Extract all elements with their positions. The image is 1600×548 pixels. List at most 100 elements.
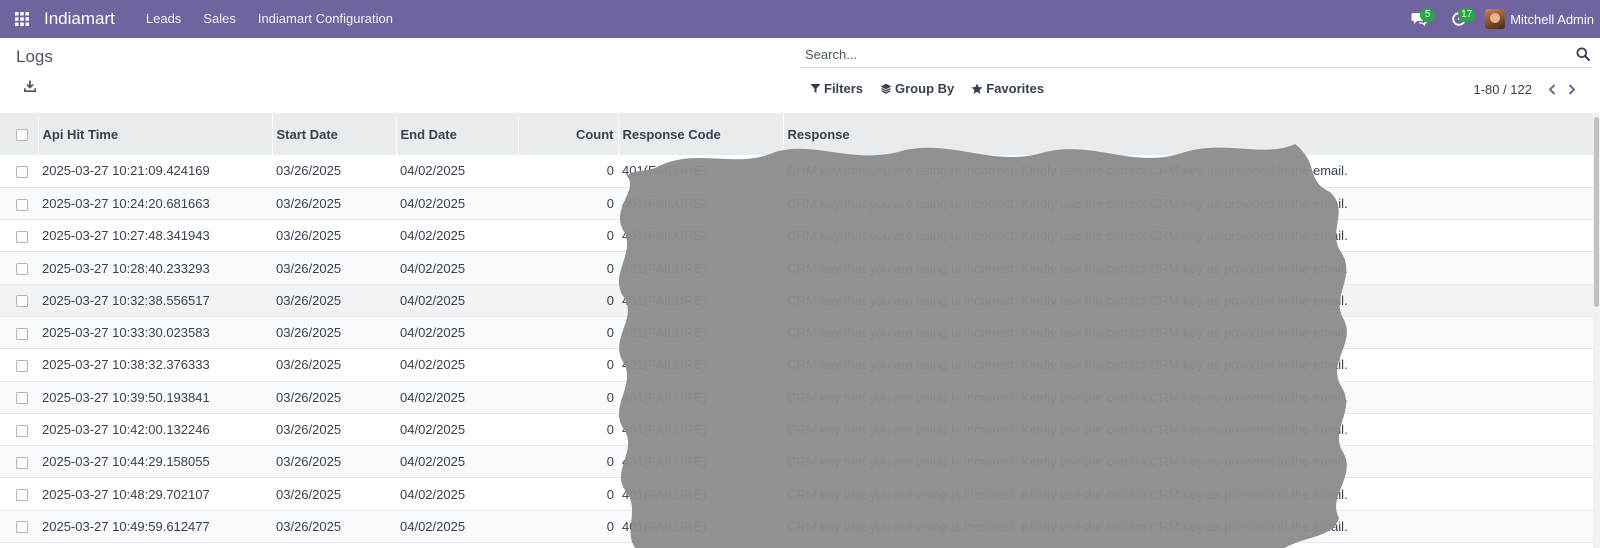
cell-end-date[interactable]: 04/02/2025: [396, 284, 518, 316]
cell-start-date[interactable]: 03/26/2025: [272, 252, 396, 284]
cell-count[interactable]: 0: [518, 510, 618, 542]
table-row[interactable]: 2025-03-27 10:28:40.233293 03/26/2025 04…: [0, 251, 1593, 285]
cell-api-hit-time[interactable]: 2025-03-27 10:33:30.023583: [38, 316, 272, 348]
menu-item-sales[interactable]: Sales: [192, 0, 247, 38]
cell-response-code[interactable]: 401(FAILURE): [618, 349, 783, 381]
cell-response[interactable]: CRM key that you are using is incorrect.…: [783, 381, 1593, 413]
cell-start-date[interactable]: 03/26/2025: [272, 413, 396, 445]
pager-previous-button[interactable]: [1542, 81, 1562, 97]
menu-item-leads[interactable]: Leads: [135, 0, 192, 38]
cell-end-date[interactable]: 04/02/2025: [396, 316, 518, 348]
column-header-response[interactable]: Response: [783, 113, 1593, 155]
row-checkbox[interactable]: [16, 230, 28, 243]
messages-button[interactable]: 5: [1399, 0, 1439, 38]
cell-api-hit-time[interactable]: 2025-03-27 10:48:29.702107: [38, 478, 272, 510]
select-all-checkbox[interactable]: [16, 129, 28, 142]
row-checkbox[interactable]: [16, 521, 28, 534]
cell-start-date[interactable]: 03/26/2025: [272, 381, 396, 413]
cell-response-code[interactable]: 401(FAILURE): [618, 187, 783, 219]
cell-count[interactable]: 0: [518, 446, 618, 478]
column-header-start-date[interactable]: Start Date: [272, 113, 397, 155]
cell-end-date[interactable]: 04/02/2025: [396, 413, 518, 445]
cell-start-date[interactable]: 03/26/2025: [272, 155, 396, 187]
cell-response[interactable]: CRM key that you are using is incorrect.…: [783, 284, 1593, 316]
row-checkbox[interactable]: [16, 456, 28, 469]
filters-button[interactable]: Filters: [810, 81, 863, 96]
cell-api-hit-time[interactable]: 2025-03-27 10:27:48.341943: [38, 220, 272, 252]
row-checkbox[interactable]: [16, 198, 28, 211]
column-header-response-code[interactable]: Response Code: [618, 113, 784, 155]
column-header-end-date[interactable]: End Date: [396, 113, 519, 155]
table-row[interactable]: 2025-03-27 10:24:20.681663 03/26/2025 04…: [0, 187, 1593, 220]
activities-button[interactable]: 17: [1439, 0, 1479, 38]
cell-start-date[interactable]: 03/26/2025: [272, 510, 396, 542]
cell-end-date[interactable]: 04/02/2025: [396, 478, 518, 510]
cell-start-date[interactable]: 03/26/2025: [272, 316, 396, 348]
cell-count[interactable]: 0: [518, 284, 618, 316]
cell-count[interactable]: 0: [518, 252, 618, 284]
cell-start-date[interactable]: 03/26/2025: [272, 284, 396, 316]
table-row[interactable]: 2025-03-27 10:44:29.158055 03/26/2025 04…: [0, 445, 1593, 478]
group-by-button[interactable]: Group By: [880, 81, 954, 96]
row-checkbox[interactable]: [16, 392, 28, 405]
cell-response[interactable]: CRM key that you are using is incorrect.…: [783, 316, 1593, 348]
cell-response-code[interactable]: 401(FAILURE): [618, 220, 783, 252]
row-checkbox[interactable]: [16, 424, 28, 437]
search-input[interactable]: [800, 47, 1540, 62]
cell-count[interactable]: 0: [518, 220, 618, 252]
cell-end-date[interactable]: 04/02/2025: [396, 381, 518, 413]
app-brand[interactable]: Indiamart: [44, 9, 115, 29]
export-button[interactable]: [24, 80, 36, 95]
cell-start-date[interactable]: 03/26/2025: [272, 220, 396, 252]
menu-item-indiamart-configuration[interactable]: Indiamart Configuration: [247, 0, 404, 38]
cell-response-code[interactable]: 401(FAILURE): [618, 284, 783, 316]
table-row[interactable]: 2025-03-27 10:42:00.132246 03/26/2025 04…: [0, 413, 1593, 446]
cell-count[interactable]: 0: [518, 381, 618, 413]
cell-response[interactable]: CRM key that you are using is incorrect.…: [783, 413, 1593, 445]
cell-api-hit-time[interactable]: 2025-03-27 10:24:20.681663: [38, 187, 272, 219]
column-header-api-hit-time[interactable]: Api Hit Time: [38, 113, 273, 155]
cell-response[interactable]: CRM key that you are using is incorrect.…: [783, 155, 1593, 187]
row-checkbox[interactable]: [16, 359, 28, 372]
pager-next-button[interactable]: [1562, 81, 1582, 97]
cell-end-date[interactable]: 04/02/2025: [396, 446, 518, 478]
cell-response-code[interactable]: 401(FAILURE): [618, 446, 783, 478]
cell-start-date[interactable]: 03/26/2025: [272, 446, 396, 478]
cell-end-date[interactable]: 04/02/2025: [396, 220, 518, 252]
cell-start-date[interactable]: 03/26/2025: [272, 187, 396, 219]
vertical-scrollbar[interactable]: [1593, 113, 1600, 548]
cell-response[interactable]: CRM key that you are using is incorrect.…: [783, 349, 1593, 381]
table-row[interactable]: 2025-03-27 10:33:30.023583 03/26/2025 04…: [0, 316, 1593, 349]
search-icon[interactable]: [1576, 47, 1590, 64]
cell-count[interactable]: 0: [518, 413, 618, 445]
cell-end-date[interactable]: 04/02/2025: [396, 349, 518, 381]
cell-response[interactable]: CRM key that you are using is incorrect.…: [783, 446, 1593, 478]
cell-start-date[interactable]: 03/26/2025: [272, 478, 396, 510]
cell-end-date[interactable]: 04/02/2025: [396, 155, 518, 187]
cell-api-hit-time[interactable]: 2025-03-27 10:28:40.233293: [38, 252, 272, 284]
cell-response[interactable]: CRM key that you are using is incorrect.…: [783, 187, 1593, 219]
cell-response-code[interactable]: 401(FAILURE): [618, 478, 783, 510]
cell-response-code[interactable]: 401(FAILURE): [618, 510, 783, 542]
cell-response[interactable]: CRM key that you are using is incorrect.…: [783, 478, 1593, 510]
cell-start-date[interactable]: 03/26/2025: [272, 349, 396, 381]
cell-api-hit-time[interactable]: 2025-03-27 10:39:50.193841: [38, 381, 272, 413]
table-row[interactable]: 2025-03-27 10:49:59.612477 03/26/2025 04…: [0, 510, 1593, 543]
table-row[interactable]: 2025-03-27 10:27:48.341943 03/26/2025 04…: [0, 220, 1593, 252]
row-checkbox[interactable]: [16, 165, 28, 178]
cell-response[interactable]: CRM key that you are using is incorrect.…: [783, 510, 1593, 542]
cell-api-hit-time[interactable]: 2025-03-27 10:21:09.424169: [38, 155, 272, 187]
cell-end-date[interactable]: 04/02/2025: [396, 252, 518, 284]
table-row[interactable]: 2025-03-27 10:39:50.193841 03/26/2025 04…: [0, 381, 1593, 414]
cell-response[interactable]: CRM key that you are using is incorrect.…: [783, 220, 1593, 252]
pager-value[interactable]: 1-80 / 122: [1473, 82, 1532, 97]
scrollbar-thumb[interactable]: [1594, 117, 1599, 307]
cell-response-code[interactable]: 401(FAILURE): [618, 413, 783, 445]
row-checkbox[interactable]: [16, 489, 28, 502]
apps-grid-icon[interactable]: [0, 0, 44, 38]
cell-end-date[interactable]: 04/02/2025: [396, 187, 518, 219]
cell-response-code[interactable]: 401(FAILURE): [618, 252, 783, 284]
cell-api-hit-time[interactable]: 2025-03-27 10:38:32.376333: [38, 349, 272, 381]
column-header-count[interactable]: Count: [518, 113, 619, 155]
cell-count[interactable]: 0: [518, 316, 618, 348]
